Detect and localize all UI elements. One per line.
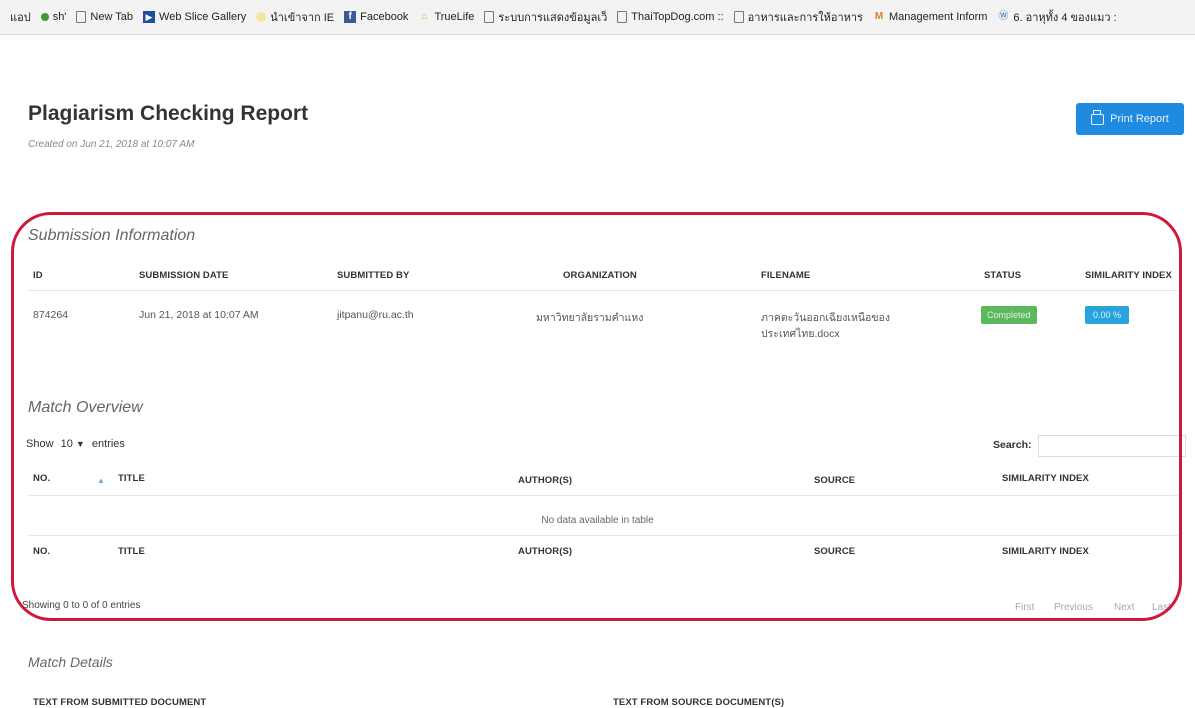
page-icon [733, 11, 744, 23]
folder-icon [256, 12, 267, 22]
bookmark-import-ie[interactable]: นำเข้าจาก IE [256, 8, 334, 26]
col-organization: ORGANIZATION [563, 270, 637, 281]
search-label: Search: [993, 439, 1032, 451]
page-icon [484, 11, 495, 23]
entries-label: entries [91, 438, 125, 450]
overview-head-divider [28, 495, 1178, 496]
mi-icon: M [874, 11, 884, 22]
web-slice-icon: ▶ [143, 11, 156, 23]
bookmarks-bar: แอป sh' New Tab ▶ Web Slice Gallery นำเข้… [0, 0, 1195, 35]
bookmark-cat-food[interactable]: Ⓦ 6. อาหุทั้ง 4 ของแมว : [997, 8, 1116, 26]
green-dot-icon [40, 13, 49, 21]
overview-foot-authors: AUTHOR(S) [518, 546, 573, 557]
overview-col-no[interactable]: NO. [33, 473, 50, 484]
bookmark-management[interactable]: M Management Inform [873, 11, 988, 23]
page-title: Plagiarism Checking Report [28, 102, 309, 125]
col-submitted-by: SUBMITTED BY [337, 270, 410, 281]
sort-ascending-icon[interactable]: ▲ [97, 476, 105, 485]
overview-col-authors[interactable]: AUTHOR(S) [518, 475, 572, 486]
wordpress-icon: Ⓦ [998, 11, 1009, 22]
overview-col-title[interactable]: TITLE [118, 473, 145, 484]
submitted-by: jitpanu@ru.ac.th [337, 309, 414, 321]
bookmark-data-display[interactable]: ระบบการแสดงข้อมูลเว็ [484, 8, 607, 26]
submission-section-title: Submission Information [28, 227, 196, 244]
facebook-icon: f [344, 11, 357, 23]
show-label: Show [26, 438, 54, 450]
status-badge: Completed [981, 306, 1037, 324]
entries-control: Show 10 ▼ entries [26, 438, 125, 450]
details-col-source: TEXT FROM SOURCE DOCUMENT(S) [613, 697, 785, 708]
bookmark-facebook[interactable]: f Facebook [344, 11, 408, 23]
bookmark-food[interactable]: อาหารและการให้อาหาร [733, 8, 863, 26]
printer-icon [1091, 109, 1105, 125]
empty-table-message: No data available in table [541, 515, 654, 526]
bookmark-web-slice[interactable]: ▶ Web Slice Gallery [143, 11, 246, 23]
pager-previous[interactable]: Previous [1054, 602, 1093, 613]
col-similarity-index: SIMILARITY INDEX [1085, 270, 1172, 281]
page-icon [76, 11, 87, 23]
bookmark-thaitopdog[interactable]: ThaiTopDog.com :: [617, 11, 724, 23]
overview-foot-divider [28, 535, 1178, 536]
entries-value: 10 [60, 438, 73, 450]
print-report-label: Print Report [1110, 113, 1169, 125]
filename-line-1: ภาคตะวันออกเฉียงเหนือของ [761, 312, 890, 324]
col-id: ID [33, 270, 43, 281]
bookmark-truelife[interactable]: ⌂ TrueLife [418, 11, 474, 23]
bookmark-apps[interactable]: แอป [10, 8, 31, 26]
entries-select[interactable]: 10 ▼ [61, 438, 85, 450]
page-icon [617, 11, 628, 23]
entries-info: Showing 0 to 0 of 0 entries [22, 600, 141, 611]
organization: มหาวิทยาลัยรามคำแหง [536, 312, 644, 324]
overview-col-similarity[interactable]: SIMILARITY INDEX [1002, 473, 1089, 484]
house-icon: ⌂ [421, 11, 428, 22]
col-status: STATUS [984, 270, 1022, 281]
filename-line-2: ประเทศไทย.docx [761, 328, 840, 340]
col-submission-date: SUBMISSION DATE [139, 270, 229, 281]
bookmark-new-tab[interactable]: New Tab [76, 11, 133, 23]
print-report-button[interactable]: Print Report [1076, 103, 1184, 135]
header-divider [28, 290, 1178, 291]
match-overview-title: Match Overview [28, 399, 143, 416]
pager-first[interactable]: First [1015, 602, 1034, 613]
overview-col-source[interactable]: SOURCE [814, 475, 855, 486]
overview-foot-title: TITLE [118, 546, 145, 557]
submission-date: Jun 21, 2018 at 10:07 AM [139, 309, 259, 321]
col-filename: FILENAME [761, 270, 811, 281]
details-col-submitted: TEXT FROM SUBMITTED DOCUMENT [33, 697, 207, 708]
submission-id: 874264 [33, 309, 69, 321]
created-date: Created on Jun 21, 2018 at 10:07 AM [28, 139, 195, 150]
bookmark-sh[interactable]: sh' [40, 11, 66, 23]
pager-next[interactable]: Next [1114, 602, 1135, 613]
overview-foot-no: NO. [33, 546, 51, 557]
overview-foot-source: SOURCE [814, 546, 856, 557]
overview-foot-similarity: SIMILARITY INDEX [1002, 546, 1089, 557]
similarity-badge: 0.00 % [1085, 306, 1130, 324]
search-input[interactable] [1038, 435, 1186, 457]
match-details-title: Match Details [28, 654, 113, 670]
pager-last[interactable]: Last [1152, 602, 1171, 613]
dropdown-arrow-icon: ▼ [75, 439, 85, 449]
